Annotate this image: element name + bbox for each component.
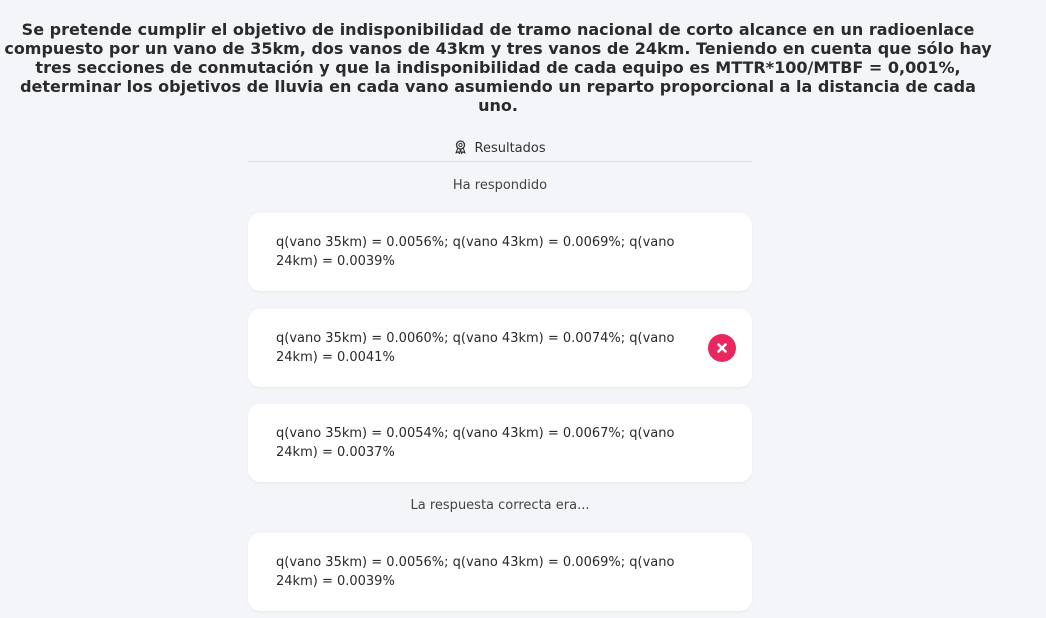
answered-label: Ha respondido <box>452 178 548 193</box>
answer-option-text: q(vano 35km) = 0.0054%; q(vano 43km) = 0… <box>276 426 675 460</box>
correct-answer-text: q(vano 35km) = 0.0056%; q(vano 43km) = 0… <box>276 555 675 589</box>
award-ribbon-icon <box>454 140 467 158</box>
results-header: Resultados <box>248 140 752 162</box>
wrong-answer-badge <box>708 334 736 362</box>
answer-option[interactable]: q(vano 35km) = 0.0056%; q(vano 43km) = 0… <box>248 213 752 291</box>
results-title: Resultados <box>474 141 546 156</box>
question-text: Se pretende cumplir el objetivo de indis… <box>4 20 992 115</box>
close-icon <box>717 343 727 353</box>
answer-option-text: q(vano 35km) = 0.0060%; q(vano 43km) = 0… <box>276 331 675 365</box>
answer-option-selected[interactable]: q(vano 35km) = 0.0060%; q(vano 43km) = 0… <box>248 309 752 387</box>
answer-option[interactable]: q(vano 35km) = 0.0054%; q(vano 43km) = 0… <box>248 404 752 482</box>
correct-answer-label: La respuesta correcta era... <box>410 498 590 513</box>
answer-option-text: q(vano 35km) = 0.0056%; q(vano 43km) = 0… <box>276 235 675 269</box>
correct-answer-card: q(vano 35km) = 0.0056%; q(vano 43km) = 0… <box>248 533 752 611</box>
